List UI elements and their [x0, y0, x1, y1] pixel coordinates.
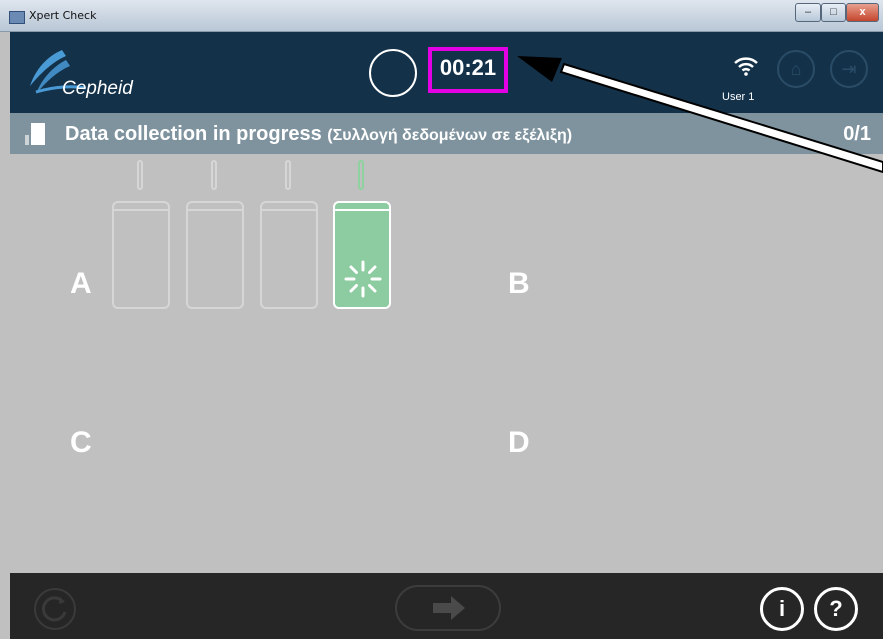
window-title: Xpert Check	[29, 9, 97, 22]
wifi-icon	[734, 57, 758, 76]
refresh-icon	[41, 596, 67, 622]
status-subtitle: (Συλλογή δεδομένων σε εξέλιξη)	[327, 127, 573, 144]
timer-circle	[369, 49, 417, 97]
module-slot	[285, 160, 291, 190]
elapsed-timer: 00:21	[439, 55, 497, 80]
quadrant-label-a: A	[70, 267, 92, 300]
footer-bar: i ?	[10, 573, 883, 639]
arrow-right-icon	[433, 596, 465, 620]
module-a1[interactable]	[112, 157, 170, 309]
refresh-button[interactable]	[34, 588, 76, 630]
home-button[interactable]: ⌂	[777, 50, 815, 88]
module-body	[186, 201, 244, 309]
module-grid: A B C D	[10, 154, 883, 573]
minimize-button[interactable]: –	[795, 3, 821, 22]
module-body	[260, 201, 318, 309]
logo-text: Cepheid	[62, 78, 133, 99]
module-a2[interactable]	[186, 157, 244, 309]
app-window-icon	[9, 11, 25, 24]
quadrant-label-b: B	[508, 267, 530, 300]
next-button[interactable]	[395, 585, 501, 631]
quadrant-label-d: D	[508, 426, 530, 459]
app-frame: Cepheid 00:21 User 1 ⌂ ⇥ Data collection…	[10, 32, 883, 639]
exit-icon: ⇥	[841, 59, 857, 79]
status-title: Data collection in progress (Συλλογή δεδ…	[65, 123, 572, 146]
module-slot	[211, 160, 217, 190]
user-label: User 1	[722, 91, 755, 103]
module-slot	[358, 160, 364, 190]
module-a4[interactable]	[333, 157, 391, 309]
module-body	[112, 201, 170, 309]
status-count: 0/1	[843, 123, 871, 145]
status-bar: Data collection in progress (Συλλογή δεδ…	[10, 113, 883, 154]
info-button[interactable]: i	[760, 587, 804, 631]
module-body	[333, 201, 391, 309]
home-icon: ⌂	[790, 59, 802, 79]
module-a3[interactable]	[260, 157, 318, 309]
cartridge-icon	[25, 123, 45, 145]
quadrant-label-c: C	[70, 426, 92, 459]
module-slot	[137, 160, 143, 190]
close-button[interactable]: x	[846, 3, 879, 22]
help-button[interactable]: ?	[814, 587, 858, 631]
loading-spinner-icon	[344, 260, 382, 298]
app-header: Cepheid 00:21 User 1 ⌂ ⇥	[10, 32, 883, 113]
maximize-button[interactable]: □	[821, 3, 846, 22]
status-title-text: Data collection in progress	[65, 123, 322, 145]
exit-button[interactable]: ⇥	[830, 50, 868, 88]
window-title-bar: Xpert Check – □ x	[0, 0, 883, 32]
